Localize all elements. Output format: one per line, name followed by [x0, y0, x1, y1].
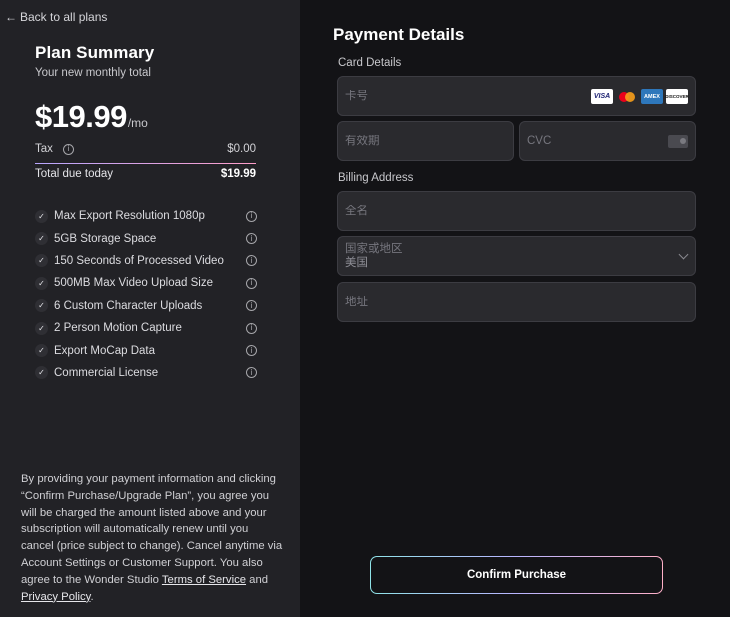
check-icon: ✓ — [35, 299, 48, 313]
total-value: $19.99 — [220, 168, 256, 180]
feature-item: ✓ 6 Custom Character Uploads i — [35, 295, 257, 317]
country-label: 国家或地区 — [345, 242, 403, 255]
back-link-label: Back to all plans — [20, 10, 108, 24]
info-icon[interactable]: i — [246, 210, 257, 222]
expiry-input[interactable] — [345, 135, 506, 147]
feature-item: ✓ 500MB Max Video Upload Size i — [35, 272, 257, 294]
back-to-plans-link[interactable]: ← Back to all plans — [5, 10, 107, 24]
feature-label: 5GB Storage Space — [54, 232, 157, 245]
check-icon: ✓ — [35, 254, 48, 268]
feature-item: ✓ Max Export Resolution 1080p i — [35, 205, 257, 227]
feature-label: 6 Custom Character Uploads — [54, 299, 203, 312]
cvc-field[interactable] — [519, 121, 696, 161]
tax-label: Tax — [35, 143, 53, 155]
check-icon: ✓ — [35, 232, 48, 246]
info-icon[interactable]: i — [246, 345, 257, 357]
info-icon[interactable]: i — [246, 322, 257, 334]
summary-divider — [35, 163, 256, 164]
confirm-purchase-button[interactable]: Confirm Purchase — [371, 557, 662, 593]
total-label: Total due today — [35, 168, 114, 180]
visa-icon: VISA — [591, 89, 613, 104]
info-icon[interactable]: i — [246, 233, 257, 245]
tax-row: Tax i $0.00 — [35, 143, 256, 155]
mastercard-icon — [616, 89, 638, 104]
check-icon: ✓ — [35, 321, 48, 335]
check-icon: ✓ — [35, 344, 48, 358]
price-display: $19.99 /mo — [35, 99, 148, 135]
price-amount: $19.99 — [35, 99, 127, 134]
feature-list: ✓ Max Export Resolution 1080p i ✓ 5GB St… — [35, 205, 257, 384]
cvc-card-icon — [668, 135, 688, 148]
info-icon[interactable]: i — [246, 367, 257, 379]
info-icon[interactable]: i — [246, 277, 257, 289]
payment-details-title: Payment Details — [333, 25, 465, 44]
cvc-input[interactable] — [527, 135, 688, 147]
feature-label: 150 Seconds of Processed Video — [54, 254, 224, 267]
payment-details-panel: Payment Details Card Details VISA AMEX D… — [300, 0, 730, 617]
legal-end: . — [90, 590, 94, 603]
card-number-field[interactable]: VISA AMEX DISCOVER — [337, 76, 696, 116]
expiry-field[interactable] — [337, 121, 514, 161]
check-icon: ✓ — [35, 209, 48, 223]
arrow-left-icon: ← — [5, 10, 17, 24]
feature-item: ✓ 5GB Storage Space i — [35, 227, 257, 249]
card-brand-logos: VISA AMEX DISCOVER — [591, 89, 689, 104]
feature-item: ✓ Export MoCap Data i — [35, 339, 257, 361]
full-name-field[interactable] — [337, 191, 696, 231]
feature-item: ✓ Commercial License i — [35, 362, 257, 384]
plan-summary-subtitle: Your new monthly total — [35, 67, 151, 79]
feature-label: Export MoCap Data — [54, 344, 155, 357]
legal-and: and — [246, 573, 269, 586]
amex-icon: AMEX — [641, 89, 663, 104]
total-row: Total due today $19.99 — [35, 168, 256, 180]
tax-value: $0.00 — [227, 143, 256, 155]
legal-text: By providing your payment information an… — [21, 473, 283, 586]
check-icon: ✓ — [35, 366, 48, 380]
country-select[interactable]: 国家或地区 美国 — [337, 236, 696, 276]
discover-icon: DISCOVER — [665, 89, 689, 104]
plan-summary-panel: ← Back to all plans Plan Summary Your ne… — [0, 0, 300, 617]
info-icon[interactable]: i — [246, 300, 257, 312]
legal-notice: By providing your payment information an… — [21, 471, 283, 605]
feature-item: ✓ 150 Seconds of Processed Video i — [35, 250, 257, 272]
privacy-policy-link[interactable]: Privacy Policy — [21, 591, 90, 603]
info-icon[interactable]: i — [246, 255, 257, 267]
feature-item: ✓ 2 Person Motion Capture i — [35, 317, 257, 339]
plan-summary-title: Plan Summary — [35, 43, 155, 62]
address-field[interactable] — [337, 282, 696, 322]
feature-label: 500MB Max Video Upload Size — [54, 277, 213, 290]
address-input[interactable] — [345, 296, 688, 308]
card-details-label: Card Details — [338, 57, 402, 69]
feature-label: Commercial License — [54, 366, 159, 379]
price-period: /mo — [127, 116, 148, 130]
chevron-down-icon — [678, 249, 689, 260]
terms-of-service-link[interactable]: Terms of Service — [162, 574, 246, 586]
billing-address-label: Billing Address — [338, 172, 414, 184]
tax-info-icon[interactable]: i — [62, 143, 74, 155]
feature-label: Max Export Resolution 1080p — [54, 210, 205, 223]
country-value: 美国 — [345, 256, 368, 269]
confirm-purchase-button-border[interactable]: Confirm Purchase — [370, 556, 663, 594]
check-icon: ✓ — [35, 276, 48, 290]
full-name-input[interactable] — [345, 205, 688, 217]
feature-label: 2 Person Motion Capture — [54, 322, 182, 335]
